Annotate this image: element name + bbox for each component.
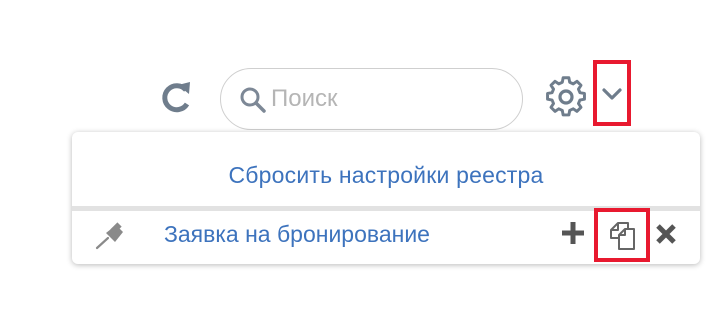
- close-icon[interactable]: [655, 222, 677, 246]
- plus-icon[interactable]: [561, 221, 585, 245]
- search-input[interactable]: [271, 83, 501, 115]
- reset-settings-item[interactable]: Сбросить настройки реестра: [72, 132, 700, 212]
- pin-icon[interactable]: [94, 221, 128, 251]
- refresh-icon: [162, 82, 190, 113]
- chevron-down-icon: [602, 88, 622, 100]
- preset-row: Заявка на бронирование: [72, 208, 700, 262]
- copy-icon: [610, 222, 635, 250]
- settings-dropdown-menu: Сбросить настройки реестра Заявка на бро…: [72, 132, 700, 264]
- settings-button[interactable]: [545, 76, 587, 118]
- gear-icon: [546, 76, 586, 117]
- dropdown-toggle-button[interactable]: [593, 60, 631, 126]
- search-box[interactable]: [220, 68, 523, 130]
- search-icon: [240, 87, 266, 113]
- edge-partial-glyph: [0, 221, 2, 237]
- reset-settings-label: Сбросить настройки реестра: [228, 161, 544, 188]
- preset-label[interactable]: Заявка на бронирование: [164, 221, 430, 248]
- copy-preset-button[interactable]: [594, 208, 650, 262]
- refresh-button[interactable]: [156, 78, 196, 118]
